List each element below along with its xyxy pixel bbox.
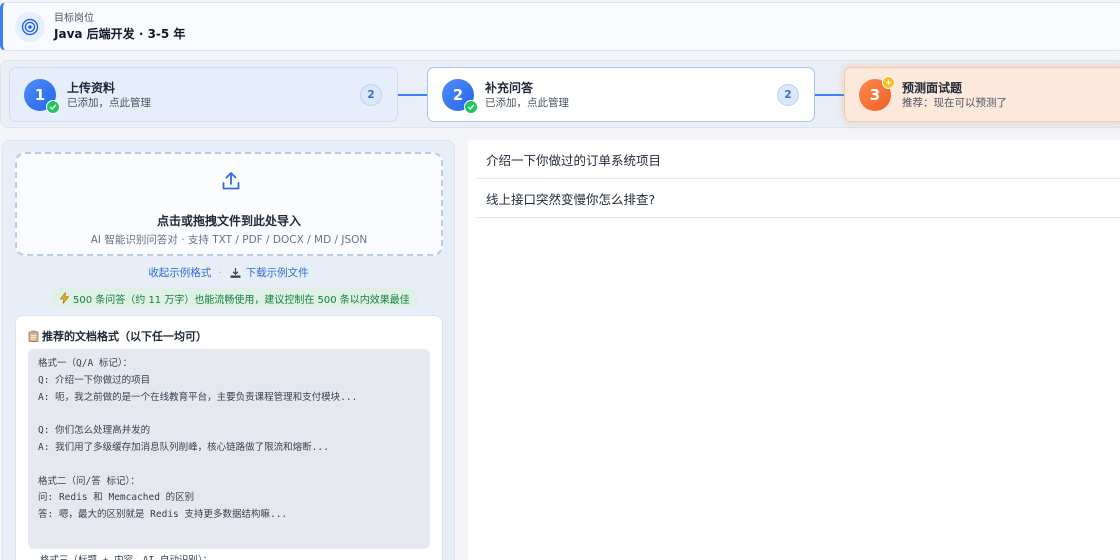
check-icon	[464, 99, 478, 114]
step-subtitle: 已添加，点此管理	[67, 96, 151, 109]
step-subtitle: 推荐：现在可以预测了	[902, 96, 1007, 109]
question-item[interactable]: 介绍一下你做过的订单系统项目	[476, 140, 1120, 179]
link-separator: ·	[218, 266, 222, 279]
step-number-badge: 1	[24, 78, 60, 114]
step-number-badge: 2	[442, 78, 478, 114]
item-count-badge: 2	[777, 84, 799, 106]
question-list: 介绍一下你做过的订单系统项目 线上接口突然变慢你怎么排查?	[468, 140, 1120, 560]
dropzone-subtitle: AI 智能识别问答对 · 支持 TXT / PDF / DOCX / MD / …	[90, 234, 368, 246]
check-icon	[46, 99, 60, 114]
collapse-example-link[interactable]: 收起示例格式	[148, 267, 211, 279]
step-subtitle: 已添加，点此管理	[485, 96, 569, 109]
upload-icon	[220, 170, 242, 196]
download-example-link[interactable]: 下载示例文件	[246, 267, 309, 279]
format-example-code: 格式一（Q/A 标记）： Q: 介绍一下你做过的项目 A: 呃，我之前做的是一个在线…	[28, 349, 430, 549]
step-number-badge: 3	[859, 75, 895, 111]
step-connector	[398, 94, 427, 96]
example-links: 收起示例格式 · 下载示例文件	[3, 265, 454, 280]
file-dropzone[interactable]: 点击或拖拽文件到此处导入 AI 智能识别问答对 · 支持 TXT / PDF /…	[15, 152, 443, 256]
step-progress-bar: 1 上传资料 已添加，点此管理 2 2 补充问答 已添加，点此管理 2 3 预测…	[0, 60, 1120, 128]
clipboard-icon	[28, 330, 39, 342]
upload-panel: 点击或拖拽文件到此处导入 AI 智能识别问答对 · 支持 TXT / PDF /…	[2, 140, 455, 560]
question-item[interactable]: 线上接口突然变慢你怎么排查?	[476, 179, 1120, 218]
step-title: 补充问答	[485, 80, 534, 95]
header-label: 目标岗位	[54, 12, 94, 24]
step-upload-materials[interactable]: 1 上传资料 已添加，点此管理 2	[9, 67, 398, 122]
step-connector	[815, 94, 844, 96]
step-title: 预测面试题	[902, 80, 963, 95]
step-supplement-qa[interactable]: 2 补充问答 已添加，点此管理 2	[427, 67, 815, 122]
step-title: 上传资料	[67, 80, 116, 95]
format-three-label: 格式三（标题 + 内容，AI 自动识别）：	[40, 552, 212, 560]
format-example-card: 推荐的文档格式（以下任一均可） 格式一（Q/A 标记）： Q: 介绍一下你做过的项…	[15, 315, 443, 560]
sparkle-icon	[882, 75, 895, 89]
dropzone-title: 点击或拖拽文件到此处导入	[156, 214, 301, 228]
download-icon	[229, 267, 245, 279]
step-predict-questions[interactable]: 3 预测面试题 推荐：现在可以预测了	[844, 67, 1120, 122]
target-icon	[15, 11, 45, 42]
lightning-icon	[59, 292, 70, 304]
position-title: Java 后端开发 · 3-5 年	[54, 26, 186, 41]
capacity-tip-badge: 500 条问答（约 11 万字）也能流畅使用，建议控制在 500 条以内效果最佳	[51, 288, 418, 308]
item-count-badge: 2	[360, 84, 382, 106]
format-card-title: 推荐的文档格式（以下任一均可）	[28, 328, 207, 344]
target-position-header: 目标岗位 Java 后端开发 · 3-5 年	[0, 2, 1120, 51]
